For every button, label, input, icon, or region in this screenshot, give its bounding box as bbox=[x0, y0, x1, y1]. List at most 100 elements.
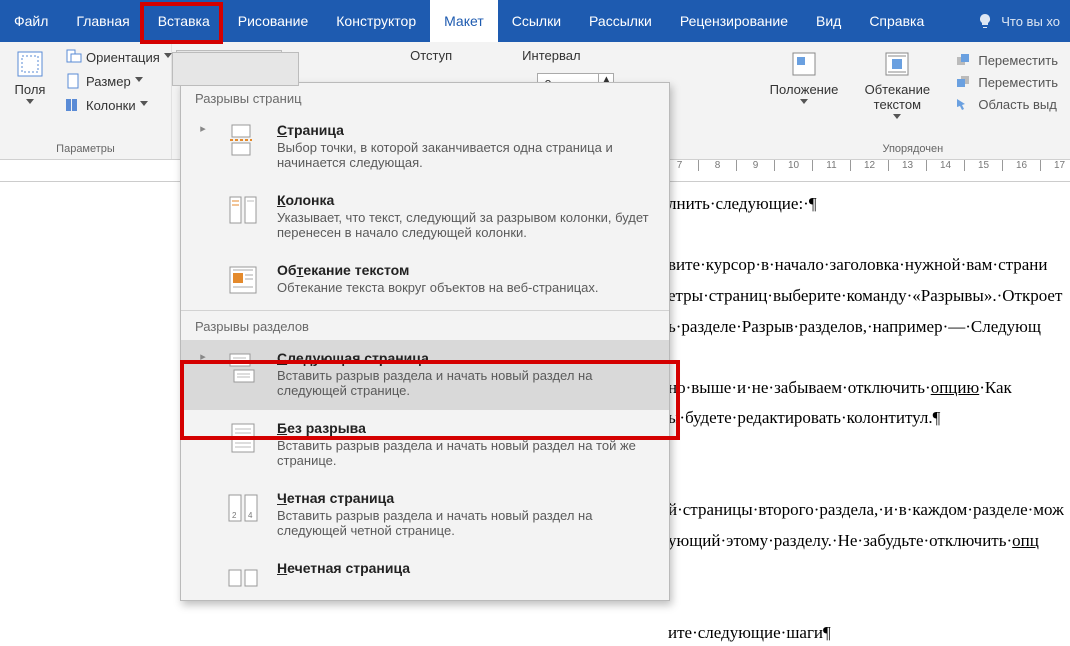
doc-line: етры·страниц·выберите·команду·«Разрывы».… bbox=[668, 284, 1070, 309]
doc-line: вите·курсор·в·начало·заголовка·нужной·ва… bbox=[668, 253, 1070, 278]
chevron-down-icon bbox=[800, 99, 808, 107]
tab-view[interactable]: Вид bbox=[802, 0, 855, 42]
indent-label: Отступ bbox=[410, 48, 452, 63]
tab-mailings[interactable]: Рассылки bbox=[575, 0, 666, 42]
position-icon bbox=[788, 48, 820, 80]
tab-review[interactable]: Рецензирование bbox=[666, 0, 802, 42]
tab-file[interactable]: Файл bbox=[0, 0, 62, 42]
ruler-tick: 16 bbox=[1002, 160, 1040, 171]
menu-section-pages: Разрывы страниц bbox=[181, 83, 669, 112]
doc-line: ь·разделе·Разрыв·разделов,·например·—·Сл… bbox=[668, 315, 1070, 340]
selection-pane-icon bbox=[954, 96, 972, 112]
odd-page-section-icon bbox=[225, 560, 261, 596]
breaks-menu: Разрывы страниц ▸ Страница Выбор точки, … bbox=[180, 82, 670, 601]
menu-item-odd-page[interactable]: Нечетная страница bbox=[181, 550, 669, 600]
svg-text:4: 4 bbox=[248, 511, 253, 520]
chevron-down-icon bbox=[893, 114, 901, 122]
ruler-tick: 17 bbox=[1040, 160, 1070, 171]
menu-item-desc: Вставить разрыв раздела и начать новый р… bbox=[277, 438, 653, 468]
breaks-label: Разрывы bbox=[207, 55, 261, 70]
chevron-down-icon bbox=[164, 53, 172, 61]
submenu-arrow-icon: ▸ bbox=[197, 350, 209, 363]
chevron-down-icon bbox=[265, 58, 273, 66]
doc-line: лнить·следующие:·¶ bbox=[668, 192, 1070, 217]
wrap-text-icon bbox=[881, 48, 913, 80]
doc-line: ите·следующие·шаги¶ bbox=[668, 621, 1070, 646]
orientation-label: Ориентация bbox=[86, 50, 160, 65]
tab-draw[interactable]: Рисование bbox=[224, 0, 323, 42]
tell-me-box[interactable]: Что вы хо bbox=[967, 0, 1070, 42]
ruler-tick: 12 bbox=[850, 160, 888, 171]
menu-item-desc: Выбор точки, в которой заканчивается одн… bbox=[277, 140, 653, 170]
submenu-arrow-icon: ▸ bbox=[197, 122, 209, 135]
link-option[interactable]: опцию bbox=[931, 378, 980, 397]
menu-item-even-page[interactable]: 24 Четная страница Вставить разрыв разде… bbox=[181, 480, 669, 550]
page-break-icon bbox=[225, 122, 261, 158]
ruler-tick: 9 bbox=[736, 160, 774, 171]
arrange-caption: Упорядочен bbox=[764, 143, 1062, 157]
size-button[interactable]: Размер bbox=[58, 70, 178, 92]
menu-item-continuous[interactable]: Без разрыва Вставить разрыв раздела и на… bbox=[181, 410, 669, 480]
tab-layout[interactable]: Макет bbox=[430, 0, 498, 42]
bring-forward-icon bbox=[954, 52, 972, 68]
ruler-tick: 8 bbox=[698, 160, 736, 171]
selection-pane-button[interactable]: Область выд bbox=[950, 94, 1062, 114]
tab-references[interactable]: Ссылки bbox=[498, 0, 575, 42]
columns-button[interactable]: Колонки bbox=[58, 94, 178, 116]
tab-insert[interactable]: Вставка bbox=[144, 0, 224, 42]
continuous-section-icon bbox=[225, 420, 261, 456]
ruler-tick: 10 bbox=[774, 160, 812, 171]
doc-line: но·выше·и·не·забываем·отключить·опцию·Ка… bbox=[668, 376, 1070, 401]
link-option[interactable]: опц bbox=[1012, 531, 1039, 550]
send-backward-button[interactable]: Переместить bbox=[950, 72, 1062, 92]
tab-design[interactable]: Конструктор bbox=[322, 0, 430, 42]
menu-item-text-wrapping-break[interactable]: Обтекание текстом Обтекание текста вокру… bbox=[181, 252, 669, 310]
bulb-icon bbox=[977, 13, 993, 29]
breaks-button[interactable]: Разрывы bbox=[176, 50, 282, 74]
tell-me-label: Что вы хо bbox=[1001, 14, 1060, 29]
menu-item-desc: Вставить разрыв раздела и начать новый р… bbox=[277, 368, 653, 398]
chevron-down-icon bbox=[140, 101, 148, 109]
breaks-icon bbox=[183, 54, 203, 70]
menu-item-next-page[interactable]: ▸ Следующая страница Вставить разрыв раз… bbox=[181, 340, 669, 410]
send-backward-icon bbox=[954, 74, 972, 90]
ruler-tick: 14 bbox=[926, 160, 964, 171]
menu-item-column-break[interactable]: Колонка Указывает, что текст, следующий … bbox=[181, 182, 669, 252]
chevron-down-icon bbox=[135, 77, 143, 85]
ruler-tick: 11 bbox=[812, 160, 850, 171]
page-size-icon bbox=[64, 72, 82, 90]
position-label: Положение bbox=[770, 82, 839, 97]
tab-bar: Файл Главная Вставка Рисование Конструкт… bbox=[0, 0, 1070, 42]
text-wrap-break-icon bbox=[225, 262, 261, 298]
page-setup-caption: Параметры bbox=[8, 143, 163, 157]
ruler-tick: 13 bbox=[888, 160, 926, 171]
bring-forward-button[interactable]: Переместить bbox=[950, 50, 1062, 70]
position-button[interactable]: Положение bbox=[764, 46, 845, 109]
next-page-section-icon bbox=[225, 350, 261, 386]
margins-icon bbox=[14, 48, 46, 80]
orientation-icon bbox=[64, 48, 82, 66]
menu-item-desc: Обтекание текста вокруг объектов на веб-… bbox=[277, 280, 599, 295]
tab-help[interactable]: Справка bbox=[855, 0, 938, 42]
doc-line: ующий·этому·разделу.·Не·забудьте·отключи… bbox=[668, 529, 1070, 554]
orientation-button[interactable]: Ориентация bbox=[58, 46, 178, 68]
wrap-text-button[interactable]: Обтекание текстом bbox=[848, 46, 946, 124]
menu-item-page-break[interactable]: ▸ Страница Выбор точки, в которой заканч… bbox=[181, 112, 669, 182]
columns-label: Колонки bbox=[86, 98, 136, 113]
tab-home[interactable]: Главная bbox=[62, 0, 143, 42]
menu-item-desc: Вставить разрыв раздела и начать новый р… bbox=[277, 508, 653, 538]
even-page-section-icon: 24 bbox=[225, 490, 261, 526]
chevron-down-icon bbox=[26, 99, 34, 107]
doc-line: ы·будете·редактировать·колонтитул.¶ bbox=[668, 406, 1070, 431]
menu-section-sections: Разрывы разделов bbox=[181, 311, 669, 340]
doc-line: й·страницы·второго·раздела,·и·в·каждом·р… bbox=[668, 498, 1070, 523]
menu-item-desc: Указывает, что текст, следующий за разры… bbox=[277, 210, 653, 240]
columns-icon bbox=[64, 96, 82, 114]
margins-label: Поля bbox=[15, 82, 46, 97]
spacing-label: Интервал bbox=[522, 48, 614, 63]
margins-button[interactable]: Поля bbox=[8, 46, 52, 109]
size-label: Размер bbox=[86, 74, 131, 89]
wrap-text-label: Обтекание текстом bbox=[854, 82, 940, 112]
ruler-tick: 15 bbox=[964, 160, 1002, 171]
column-break-icon bbox=[225, 192, 261, 228]
